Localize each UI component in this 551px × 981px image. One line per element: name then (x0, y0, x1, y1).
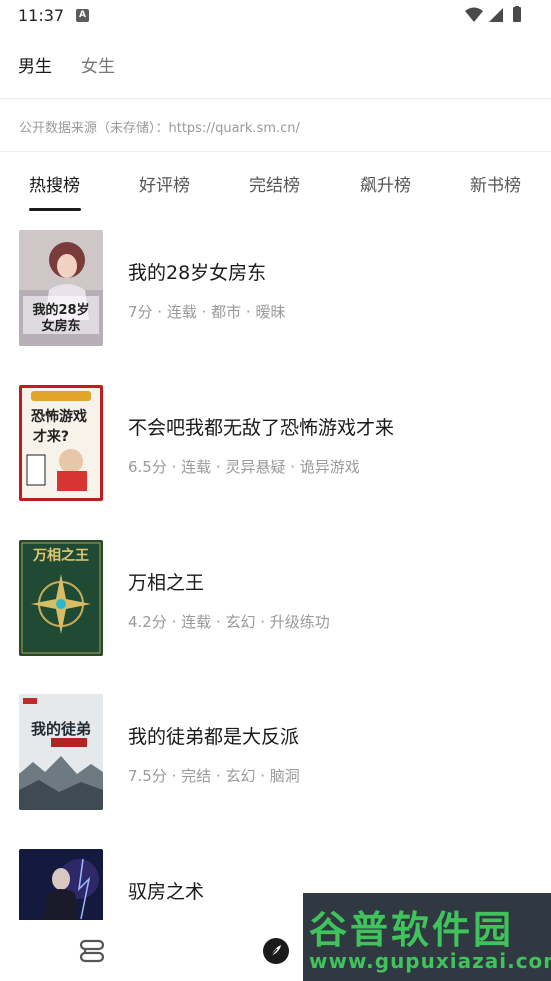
book-cover (19, 849, 103, 920)
book-cover: 我的徒弟 (19, 694, 103, 810)
tab-female[interactable]: 女生 (81, 52, 115, 77)
wifi-icon (465, 7, 483, 22)
divider (0, 151, 551, 152)
status-bar: 11:37 A (0, 0, 551, 32)
book-meta: 6.5分 · 连载 · 灵异悬疑 · 诡异游戏 (128, 458, 360, 476)
compass-icon[interactable] (262, 937, 290, 965)
book-meta: 7分 · 连载 · 都市 · 暧昧 (128, 303, 286, 321)
watermark-url: www.gupuxiazai.com (309, 949, 551, 973)
active-tab-indicator (29, 208, 81, 211)
signal-icon (489, 8, 503, 22)
svg-text:万相之王: 万相之王 (32, 547, 89, 564)
list-item[interactable]: 我的徒弟 我的徒弟都是大反派 7.5分 · 完结 · 玄幻 · 脑洞 (0, 694, 551, 834)
status-indicators (465, 6, 521, 22)
watermark: 谷普软件园 www.gupuxiazai.com (303, 893, 551, 981)
list-item[interactable]: 恐怖游戏 才来? 不会吧我都无敌了恐怖游戏才来 6.5分 · 连载 · 灵异悬疑… (0, 385, 551, 525)
list-item[interactable]: 万相之王 万相之王 4.2分 · 连载 · 玄幻 · 升级练功 (0, 540, 551, 680)
tab-completed[interactable]: 完结榜 (249, 171, 300, 196)
book-title: 驭房之术 (128, 881, 205, 903)
divider (0, 98, 551, 99)
tab-top-rated[interactable]: 好评榜 (139, 171, 190, 196)
svg-text:恐怖游戏: 恐怖游戏 (31, 408, 87, 425)
notification-badge-icon: A (76, 9, 89, 22)
book-meta: 7.5分 · 完结 · 玄幻 · 脑洞 (128, 767, 300, 785)
book-title: 我的28岁女房东 (128, 262, 267, 284)
rank-tabs: 热搜榜 好评榜 完结榜 飙升榜 新书榜 (0, 160, 551, 214)
book-title: 不会吧我都无敌了恐怖游戏才来 (128, 417, 395, 439)
tab-new-books[interactable]: 新书榜 (470, 171, 521, 196)
battery-icon (513, 7, 521, 22)
book-cover: 我的28岁 女房东 (19, 230, 103, 346)
bookshelf-icon[interactable] (78, 937, 106, 965)
status-time: 11:37 (18, 6, 65, 25)
book-title: 我的徒弟都是大反派 (128, 726, 300, 748)
list-item[interactable]: 我的28岁 女房东 我的28岁女房东 7分 · 连载 · 都市 · 暧昧 (0, 230, 551, 370)
tab-hot-search[interactable]: 热搜榜 (29, 171, 80, 196)
watermark-title: 谷普软件园 (309, 908, 515, 952)
svg-text:女房东: 女房东 (41, 318, 80, 334)
svg-text:我的徒弟: 我的徒弟 (31, 720, 91, 738)
tab-rising[interactable]: 飙升榜 (360, 171, 411, 196)
book-title: 万相之王 (128, 572, 205, 594)
svg-text:才来?: 才来? (33, 428, 69, 445)
book-meta: 4.2分 · 连载 · 玄幻 · 升级练功 (128, 613, 330, 631)
book-cover: 恐怖游戏 才来? (19, 385, 103, 501)
gender-tabs: 男生 女生 (0, 40, 551, 90)
book-cover: 万相之王 (19, 540, 103, 656)
tab-male[interactable]: 男生 (18, 52, 52, 77)
svg-text:我的28岁: 我的28岁 (32, 302, 89, 318)
source-notice: 公开数据来源（未存储）：https://quark.sm.cn/ (19, 121, 300, 136)
